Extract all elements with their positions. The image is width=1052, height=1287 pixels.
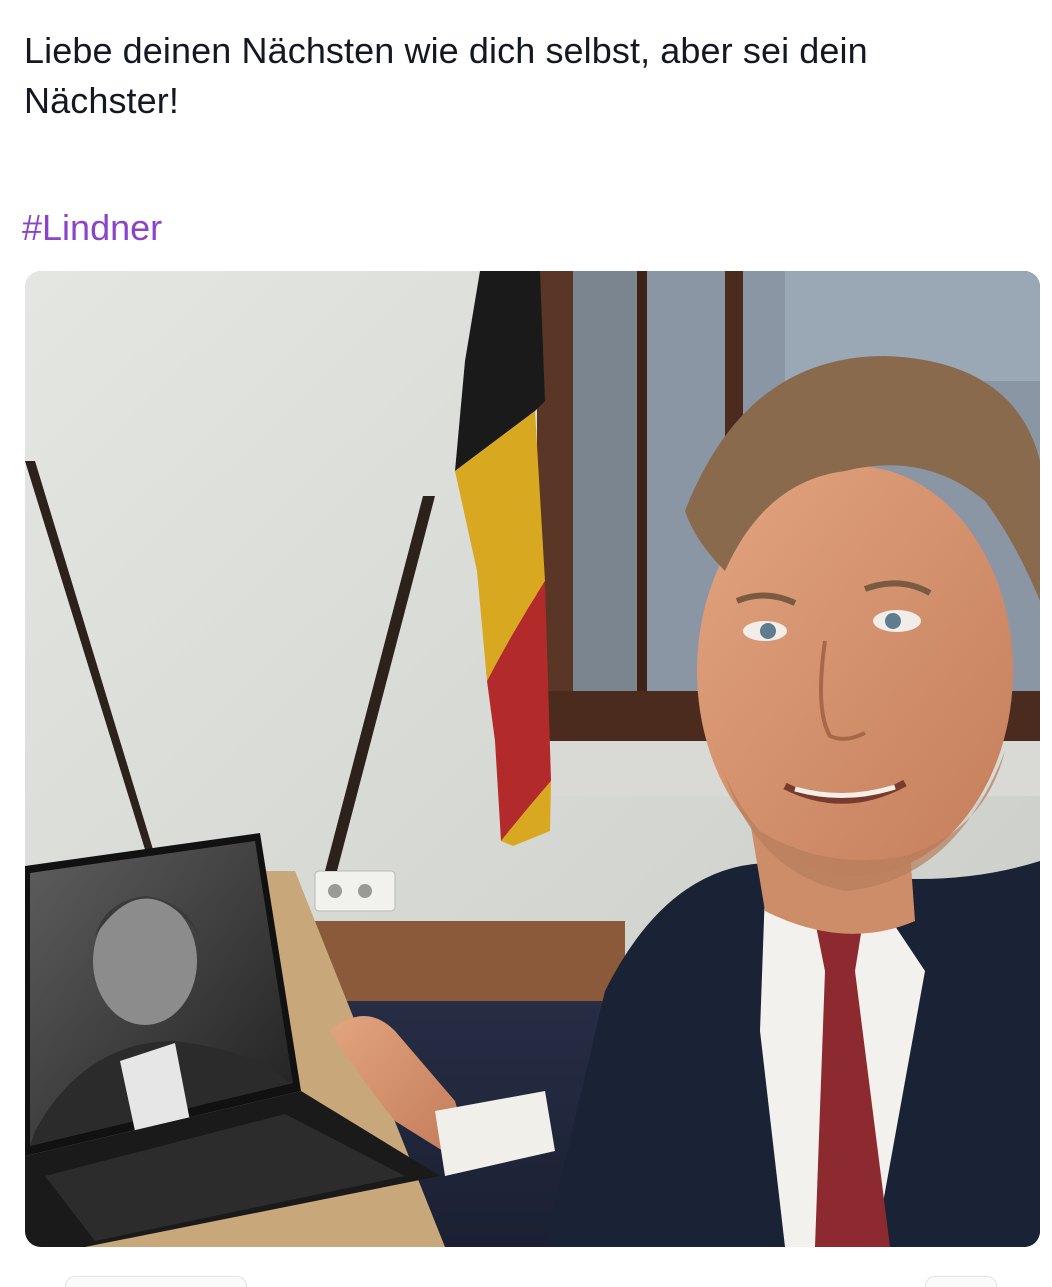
- action-bar: [25, 1262, 1040, 1287]
- post-text-line-2: Nächster!: [24, 80, 179, 121]
- post-card: Liebe deinen Nächsten wie dich selbst, a…: [0, 0, 1052, 1287]
- post-photo[interactable]: [25, 271, 1040, 1247]
- hashtag-link[interactable]: #Lindner: [22, 203, 162, 253]
- post-text: Liebe deinen Nächsten wie dich selbst, a…: [24, 26, 1034, 126]
- photo-icon: [25, 271, 1040, 1247]
- post-text-line-1: Liebe deinen Nächsten wie dich selbst, a…: [24, 30, 868, 71]
